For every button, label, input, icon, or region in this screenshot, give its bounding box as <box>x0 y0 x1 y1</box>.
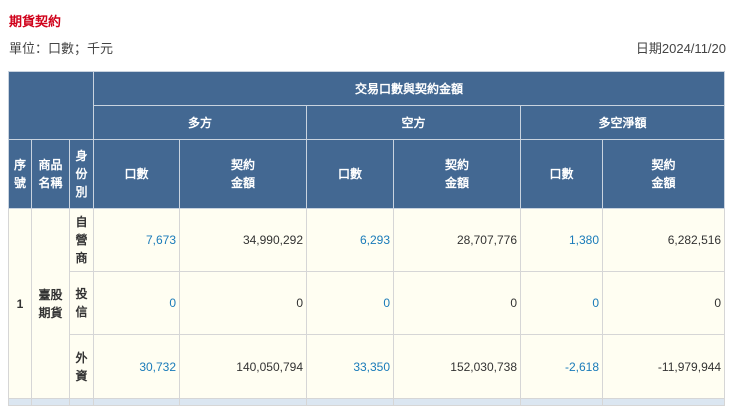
table-row-next <box>8 398 726 406</box>
net-amount: 6,282,516 <box>602 208 726 272</box>
futures-table: 交易口數與契約金額 多方 空方 多空淨額 序 號 商品 名稱 身 份 別 口數 契約… <box>7 71 726 406</box>
header-net: 多空淨額 <box>520 105 726 140</box>
net-amount: 0 <box>602 271 726 335</box>
header-long-amount: 契約 金額 <box>179 139 308 209</box>
header-net-lots: 口數 <box>520 139 604 209</box>
net-lots-link[interactable]: -2,618 <box>520 334 604 399</box>
net-amount: -11,979,944 <box>602 334 726 399</box>
long-lots-link[interactable]: 7,673 <box>93 208 181 272</box>
short-amount: 28,707,776 <box>393 208 522 272</box>
long-amount: 34,990,292 <box>179 208 308 272</box>
short-lots-link[interactable]: 0 <box>306 271 395 335</box>
header-short-amount: 契約 金額 <box>393 139 522 209</box>
header-short: 空方 <box>306 105 522 140</box>
unit-label: 單位：口數；千元 <box>9 41 114 56</box>
header-identity: 身 份 別 <box>68 139 95 209</box>
net-lots-link[interactable]: 0 <box>520 271 604 335</box>
net-lots-link[interactable]: 1,380 <box>520 208 604 272</box>
short-amount: 152,030,738 <box>393 334 522 399</box>
long-amount: 0 <box>179 271 308 335</box>
table-row: 投 信 0 0 0 0 0 0 <box>9 271 726 335</box>
short-lots-link[interactable]: 6,293 <box>306 208 395 272</box>
long-lots-link[interactable]: 0 <box>93 271 181 335</box>
identity-cell: 自 營 商 <box>68 208 95 272</box>
seq-cell: 1 <box>8 208 32 399</box>
header-net-amount: 契約 金額 <box>602 139 726 209</box>
table-row: 1 臺股 期貨 自 營 商 7,673 34,990,292 6,293 28,… <box>8 208 726 399</box>
identity-cell: 投 信 <box>68 271 95 335</box>
short-lots-link[interactable]: 33,350 <box>306 334 395 399</box>
header-group: 交易口數與契約金額 <box>93 71 726 106</box>
short-amount: 0 <box>393 271 522 335</box>
identity-cell: 外 資 <box>68 334 95 399</box>
header-short-lots: 口數 <box>306 139 395 209</box>
product-cell: 臺股 期貨 <box>31 208 70 399</box>
header-product: 商品 名稱 <box>31 139 70 209</box>
date-label: 日期2024/11/20 <box>635 41 726 56</box>
header-seq: 序 號 <box>8 139 32 209</box>
long-amount: 140,050,794 <box>179 334 308 399</box>
long-lots-link[interactable]: 30,732 <box>93 334 181 399</box>
header-long: 多方 <box>93 105 308 140</box>
header-long-lots: 口數 <box>93 139 181 209</box>
page-title: 期貨契約 <box>9 14 62 29</box>
table-row: 外 資 30,732 140,050,794 33,350 152,030,73… <box>9 334 726 399</box>
header-blank <box>7 71 95 140</box>
